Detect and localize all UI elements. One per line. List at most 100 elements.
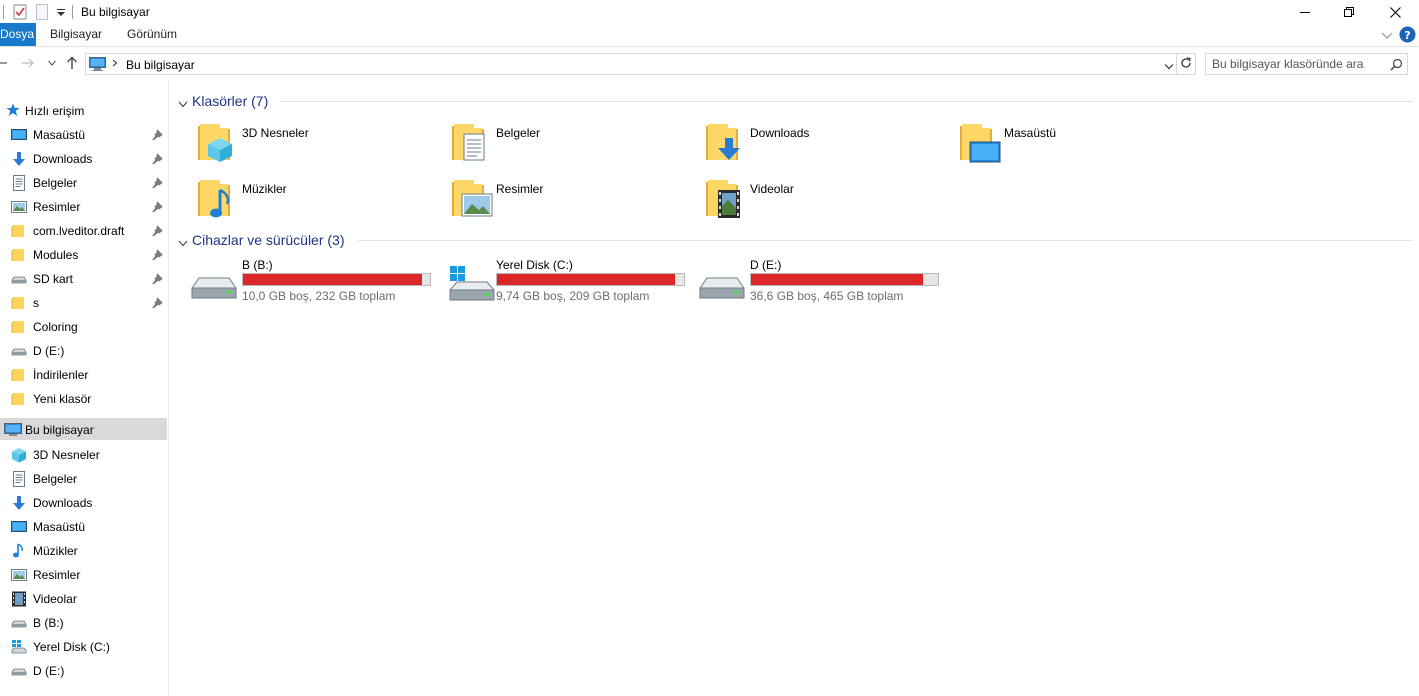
minimize-button[interactable]: [1282, 0, 1328, 24]
search-input[interactable]: [1206, 54, 1384, 74]
sidebar-item[interactable]: Resimler: [0, 563, 167, 585]
pin-icon: [152, 176, 164, 188]
tab-computer[interactable]: Bilgisayar: [50, 23, 102, 46]
refresh-icon: [1180, 56, 1192, 72]
download-icon: [11, 151, 27, 167]
sidebar-item-label: B (B:): [33, 616, 64, 630]
drive-name: Yerel Disk (C:): [496, 258, 573, 272]
breadcrumb-item[interactable]: Bu bilgisayar: [126, 58, 195, 72]
collapse-chevron-icon[interactable]: [178, 97, 188, 111]
sidebar-item-label: Resimler: [33, 200, 81, 214]
windows-drive-icon: [11, 639, 27, 655]
breadcrumb-chevron-icon[interactable]: [112, 57, 118, 72]
sidebar-item[interactable]: D (E:): [0, 339, 167, 361]
sidebar-item[interactable]: Masaüstü: [0, 123, 167, 145]
windows-drive-icon: [448, 266, 496, 306]
sidebar-item-label: Videolar: [33, 592, 77, 606]
folder-tile[interactable]: Müzikler: [196, 176, 446, 226]
downloads-folder-icon: [704, 120, 748, 164]
expand-ribbon-icon[interactable]: [1381, 29, 1393, 43]
documents-icon: [11, 471, 27, 487]
sidebar-item-label: Hızlı erişim: [25, 104, 85, 118]
new-folder-icon[interactable]: [36, 4, 48, 20]
customize-toolbar-icon[interactable]: [56, 4, 66, 20]
folder-tile[interactable]: Belgeler: [450, 120, 700, 170]
drive-usage-bar: [750, 273, 939, 286]
folder-tile[interactable]: Videolar: [704, 176, 954, 226]
sidebar-item[interactable]: B (B:): [0, 611, 167, 633]
sidebar-item-label: Masaüstü: [33, 520, 86, 534]
folder-tile[interactable]: Masaüstü: [958, 120, 1208, 170]
sidebar-item[interactable]: SD kart: [0, 267, 167, 289]
recent-locations-icon[interactable]: [47, 54, 57, 72]
forward-icon[interactable]: [20, 54, 36, 72]
drive-tile[interactable]: Yerel Disk (C:) 9,74 GB boş, 209 GB topla…: [444, 258, 694, 308]
folder-icon: [11, 247, 27, 263]
pictures-icon: [11, 567, 27, 583]
refresh-button[interactable]: [1177, 53, 1196, 75]
sidebar-item-quick-access[interactable]: Hızlı erişim: [0, 99, 167, 121]
sidebar-item[interactable]: Downloads: [0, 147, 167, 169]
sidebar-item-label: İndirilenler: [33, 368, 89, 382]
drive-icon: [11, 271, 27, 287]
drive-usage-fill: [243, 274, 422, 285]
ribbon: Dosya Bilgisayar Görünüm ?: [0, 23, 1419, 47]
sidebar-item-label: Belgeler: [33, 176, 78, 190]
drive-usage-fill: [751, 274, 923, 285]
sidebar-item[interactable]: Yerel Disk (C:): [0, 635, 167, 657]
sidebar-item[interactable]: com.lveditor.draft: [0, 219, 167, 241]
search-box[interactable]: [1205, 53, 1408, 75]
sidebar-item[interactable]: Resimler: [0, 195, 167, 217]
drive-free-space: 9,74 GB boş, 209 GB toplam: [496, 289, 650, 303]
drives-group-header[interactable]: Cihazlar ve sürücüler (3): [176, 231, 345, 249]
sidebar-item[interactable]: s: [0, 291, 167, 313]
pictures-folder-icon: [450, 176, 494, 220]
folders-group-header[interactable]: Klasörler (7): [176, 92, 268, 110]
sidebar-item[interactable]: 3D Nesneler: [0, 443, 167, 465]
drive-tile[interactable]: B (B:) 10,0 GB boş, 232 GB toplam: [190, 258, 440, 308]
properties-icon[interactable]: [13, 4, 27, 20]
sidebar-item-label: D (E:): [33, 344, 65, 358]
folders-group-title: Klasörler (7): [192, 93, 269, 109]
sidebar-item[interactable]: İndirilenler: [0, 363, 167, 385]
sidebar-item[interactable]: Videolar: [0, 587, 167, 609]
address-dropdown-icon[interactable]: [1164, 60, 1174, 74]
folder-tile[interactable]: 3D Nesneler: [196, 120, 446, 170]
sidebar-item[interactable]: Downloads: [0, 491, 167, 513]
sidebar-item-label: Yerel Disk (C:): [33, 640, 110, 654]
close-button[interactable]: [1372, 0, 1418, 24]
desktop-icon: [11, 519, 27, 535]
restore-button[interactable]: [1326, 0, 1372, 24]
sidebar-item-this-pc[interactable]: Bu bilgisayar: [0, 418, 167, 440]
help-icon[interactable]: ?: [1399, 26, 1416, 46]
folder-tile[interactable]: Downloads: [704, 120, 954, 170]
back-icon[interactable]: [0, 54, 8, 72]
sidebar-item[interactable]: Masaüstü: [0, 515, 167, 537]
sidebar-item[interactable]: Müzikler: [0, 539, 167, 561]
sidebar-item-label: Belgeler: [33, 472, 78, 486]
sidebar-item[interactable]: Belgeler: [0, 467, 167, 489]
pin-icon: [152, 128, 164, 140]
tab-file[interactable]: Dosya: [0, 23, 36, 46]
sidebar-item[interactable]: Belgeler: [0, 171, 167, 193]
drive-tile[interactable]: D (E:) 36,6 GB boş, 465 GB toplam: [698, 258, 948, 308]
pin-icon: [152, 152, 164, 164]
folder-tile[interactable]: Resimler: [450, 176, 700, 226]
search-icon[interactable]: [1390, 58, 1403, 74]
address-bar[interactable]: Bu bilgisayar: [85, 53, 1177, 75]
sidebar-item[interactable]: D (E:): [0, 659, 167, 681]
sidebar-item[interactable]: Modules: [0, 243, 167, 265]
drive-usage-bar: [496, 273, 685, 286]
sidebar-item-label: Coloring: [33, 320, 78, 334]
sidebar-item-label: Masaüstü: [33, 128, 86, 142]
sidebar-item-label: Yeni klasör: [33, 392, 92, 406]
sidebar-item-label: com.lveditor.draft: [33, 224, 125, 238]
sidebar-item[interactable]: Yeni klasör: [0, 387, 167, 409]
collapse-chevron-icon[interactable]: [178, 236, 188, 250]
up-icon[interactable]: [64, 54, 80, 72]
tab-view[interactable]: Görünüm: [127, 23, 177, 46]
drive-usage-fill: [497, 274, 675, 285]
drives-group-title: Cihazlar ve sürücüler (3): [192, 232, 345, 248]
navigation-pane: Hızlı erişim Masaüstü Downloads Belgeler Res…: [0, 96, 168, 696]
sidebar-item[interactable]: Coloring: [0, 315, 167, 337]
